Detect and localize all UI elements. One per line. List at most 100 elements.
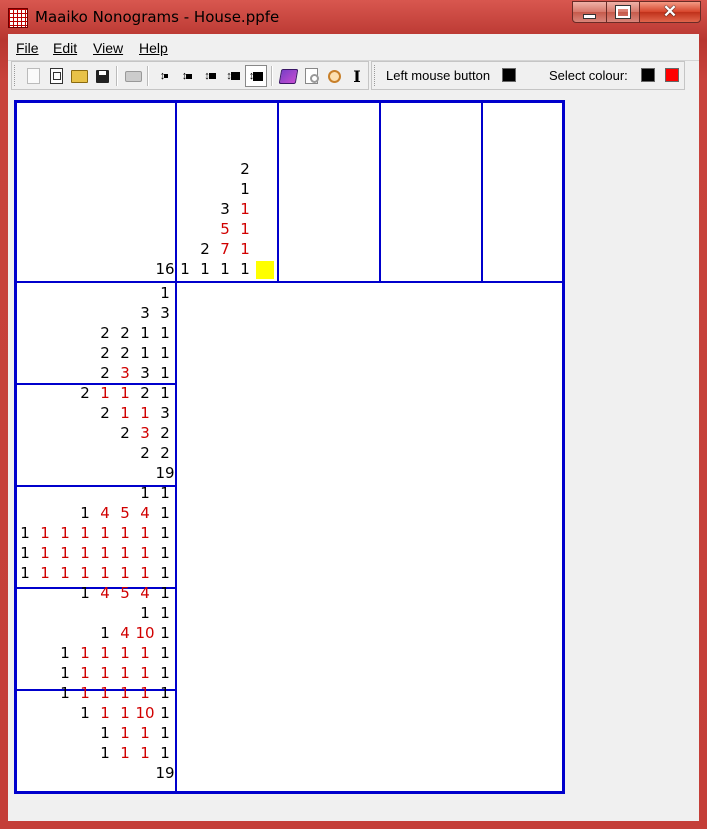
row-clue-number[interactable]: 1 — [95, 743, 115, 763]
print-button[interactable] — [122, 65, 144, 87]
row-clue-number[interactable]: 1 — [115, 643, 135, 663]
minimize-button[interactable] — [572, 1, 607, 23]
row-clue-number[interactable]: 1 — [95, 563, 115, 583]
row-clue-number[interactable]: 1 — [95, 383, 115, 403]
column-clue-number[interactable]: 16 — [155, 259, 175, 279]
row-clue-number[interactable]: 1 — [135, 343, 155, 363]
row-clue-number[interactable]: 1 — [75, 583, 95, 603]
row-clue-number[interactable]: 1 — [75, 663, 95, 683]
row-clue-number[interactable]: 2 — [135, 383, 155, 403]
column-clue-number[interactable]: 3 — [215, 199, 235, 219]
row-clue-number[interactable]: 1 — [155, 543, 175, 563]
row-clue-number[interactable]: 1 — [75, 543, 95, 563]
row-clue-number[interactable]: 1 — [135, 683, 155, 703]
left-mouse-colour-swatch[interactable] — [502, 68, 516, 82]
puzzle-grid[interactable]: 16 1 2 1 3 5 7 1 2 1 1 1 1 1 133221122112331211212113… — [14, 100, 565, 794]
row-clue-number[interactable]: 1 — [75, 703, 95, 723]
row-clue-number[interactable]: 3 — [135, 303, 155, 323]
row-clue-number[interactable]: 3 — [115, 363, 135, 383]
column-clue-number[interactable]: 5 — [215, 219, 235, 239]
row-clue-number[interactable]: 1 — [155, 483, 175, 503]
row-clue-number[interactable]: 3 — [135, 363, 155, 383]
column-clue-number[interactable]: 1 — [175, 259, 195, 279]
row-clue-number[interactable]: 1 — [95, 683, 115, 703]
row-clue-number[interactable]: 1 — [115, 703, 135, 723]
search-button[interactable] — [323, 65, 345, 87]
column-clue-number[interactable]: 1 — [235, 219, 255, 239]
row-clue-number[interactable]: 3 — [155, 403, 175, 423]
row-clue-number[interactable]: 5 — [115, 583, 135, 603]
menu-view[interactable]: View — [93, 40, 123, 56]
row-clue-number[interactable]: 1 — [135, 663, 155, 683]
palette-black-swatch[interactable] — [641, 68, 655, 82]
row-clue-number[interactable]: 2 — [155, 423, 175, 443]
column-clue-number[interactable]: 1 — [235, 199, 255, 219]
row-clue-number[interactable]: 1 — [95, 643, 115, 663]
new-button[interactable] — [22, 65, 44, 87]
row-clue-number[interactable]: 1 — [55, 663, 75, 683]
size-4-button[interactable]: ↕ — [222, 65, 244, 87]
row-clue-number[interactable]: 1 — [135, 323, 155, 343]
maximize-button[interactable] — [606, 1, 640, 23]
row-clue-number[interactable]: 10 — [135, 703, 155, 723]
row-clue-number[interactable]: 1 — [135, 643, 155, 663]
row-clue-number[interactable]: 4 — [135, 503, 155, 523]
row-clue-number[interactable]: 1 — [75, 683, 95, 703]
row-clue-number[interactable]: 1 — [35, 563, 55, 583]
row-clue-number[interactable]: 1 — [135, 743, 155, 763]
row-clue-number[interactable]: 1 — [155, 663, 175, 683]
row-clue-number[interactable]: 1 — [55, 523, 75, 543]
row-clue-number[interactable]: 5 — [115, 503, 135, 523]
row-clue-number[interactable]: 1 — [135, 543, 155, 563]
column-clue-number[interactable]: 2 — [195, 239, 215, 259]
row-clue-number[interactable]: 1 — [95, 723, 115, 743]
row-clue-number[interactable]: 1 — [35, 543, 55, 563]
row-clue-number[interactable]: 1 — [155, 703, 175, 723]
text-cursor-button[interactable]: I — [346, 65, 368, 87]
row-clue-number[interactable]: 4 — [115, 623, 135, 643]
row-clue-number[interactable]: 2 — [155, 443, 175, 463]
row-clue-number[interactable]: 1 — [155, 323, 175, 343]
column-clue-number[interactable]: 1 — [215, 259, 235, 279]
size-2-button[interactable]: ↕ — [176, 65, 198, 87]
row-clue-number[interactable]: 1 — [95, 523, 115, 543]
row-clue-number[interactable]: 1 — [155, 643, 175, 663]
row-clue-number[interactable]: 1 — [115, 523, 135, 543]
row-clue-number[interactable]: 1 — [115, 543, 135, 563]
row-clue-number[interactable]: 1 — [55, 643, 75, 663]
column-clue-number[interactable]: 1 — [235, 259, 255, 279]
row-clue-number[interactable]: 3 — [135, 423, 155, 443]
row-clue-number[interactable]: 1 — [115, 723, 135, 743]
row-clue-number[interactable]: 1 — [155, 503, 175, 523]
column-clue-number[interactable]: 2 — [235, 159, 255, 179]
row-clue-number[interactable]: 19 — [155, 763, 175, 783]
column-clue-number[interactable]: 1 — [235, 179, 255, 199]
row-clue-number[interactable]: 1 — [95, 663, 115, 683]
toolbar-grip[interactable] — [374, 65, 378, 86]
size-1-button[interactable]: ↕ — [153, 65, 175, 87]
row-clue-number[interactable]: 1 — [155, 523, 175, 543]
row-clue-number[interactable]: 2 — [115, 343, 135, 363]
row-clue-number[interactable]: 4 — [135, 583, 155, 603]
open-template-button[interactable] — [45, 65, 67, 87]
row-clue-number[interactable]: 2 — [95, 343, 115, 363]
toolbar-grip[interactable] — [14, 65, 18, 86]
close-button[interactable]: ✕ — [639, 1, 701, 23]
row-clue-number[interactable]: 4 — [95, 503, 115, 523]
row-clue-number[interactable]: 2 — [135, 443, 155, 463]
row-clue-number[interactable]: 1 — [135, 483, 155, 503]
title-bar[interactable]: Maaiko Nonograms - House.ppfe ✕ — [0, 0, 707, 34]
column-clue-number[interactable]: 1 — [235, 239, 255, 259]
row-clue-number[interactable]: 2 — [75, 383, 95, 403]
row-clue-number[interactable]: 1 — [55, 563, 75, 583]
row-clue-number[interactable]: 1 — [75, 503, 95, 523]
preview-button[interactable] — [300, 65, 322, 87]
row-clue-number[interactable]: 1 — [15, 523, 35, 543]
row-clue-number[interactable]: 1 — [155, 283, 175, 303]
highlighted-cell[interactable] — [256, 261, 274, 279]
row-clue-number[interactable]: 1 — [35, 523, 55, 543]
row-clue-number[interactable]: 1 — [135, 723, 155, 743]
row-clue-number[interactable]: 1 — [155, 343, 175, 363]
row-clue-number[interactable]: 1 — [115, 383, 135, 403]
row-clue-number[interactable]: 1 — [155, 563, 175, 583]
